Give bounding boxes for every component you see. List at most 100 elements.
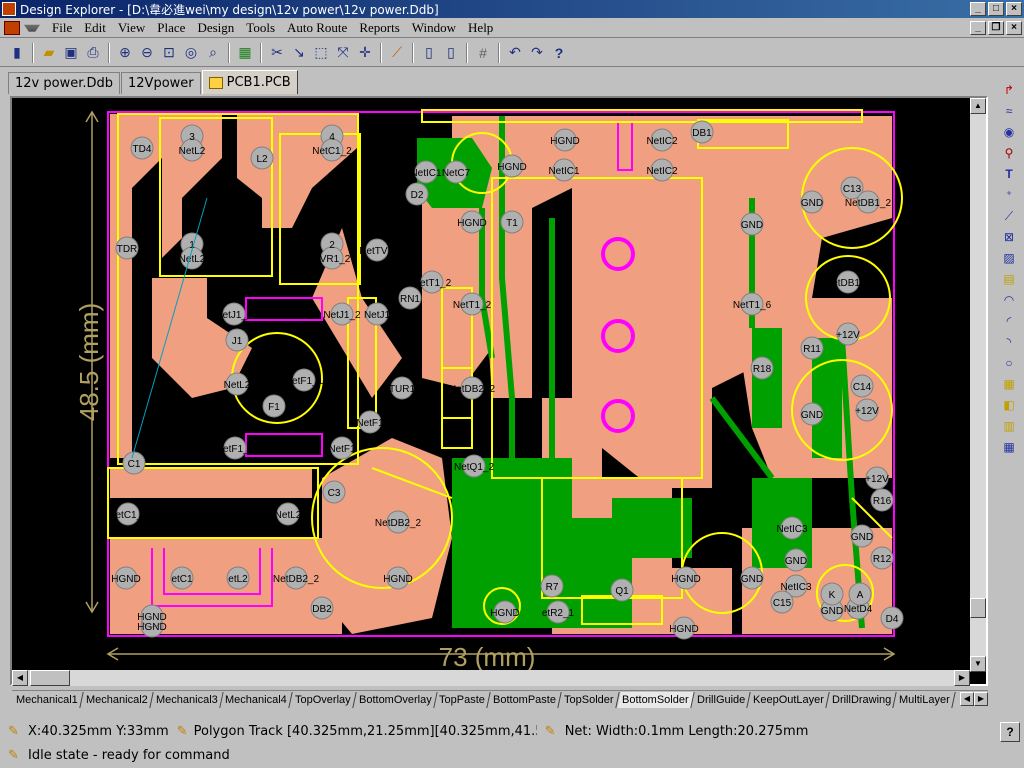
layer-next-button[interactable]: ▶ [974,692,988,706]
library-icon[interactable]: ▯ [418,42,440,64]
placement-toolbar: ↱ ≈ ◉ ⚲ T ⁺ ⟋ ⊠ ▨ ▤ ◠ ◜ ◝ ○ ▦ ◧ ▥ ▦ [996,80,1022,500]
scroll-down-button[interactable]: ▼ [970,656,986,672]
mdi-close-button[interactable]: × [1006,21,1022,35]
pcb-board-svg[interactable]: 48.5 (mm) 73 (mm) 3 NetL2 4 NetC1_2 L2 TD4 TDR… [12,98,986,684]
layer-tab-keepoutlayer[interactable]: KeepOutLayer [748,691,830,708]
board-label: NetC1_2 [108,510,148,521]
maximize-button[interactable]: □ [988,2,1004,16]
library-browse-icon[interactable]: ▯ [440,42,462,64]
zoom-fit-icon[interactable]: ◎ [180,42,202,64]
layer-tab-topoverlay[interactable]: TopOverlay [290,691,357,708]
minimize-button[interactable]: _ [970,2,986,16]
layer-tab-label: BottomPaste [493,693,557,706]
layer-tab-drilldrawing[interactable]: DrillDrawing [827,691,897,708]
tab-12vpower[interactable]: 12Vpower [121,72,201,94]
vertical-scroll-thumb[interactable] [970,598,986,618]
tab-ddb[interactable]: 12v power.Ddb [8,72,121,94]
layer-tab-label: BottomOverlay [358,693,432,706]
place-polygon-icon[interactable]: ▨ [999,248,1019,268]
route-icon[interactable]: ⟋ [386,42,408,64]
place-string-icon[interactable]: T [999,164,1019,184]
scroll-left-button[interactable]: ◀ [12,670,28,686]
toggle-panel-icon[interactable]: ▮ [6,42,28,64]
place-via-icon[interactable]: ⚲ [999,143,1019,163]
layer-tab-label: TopOverlay [295,693,351,706]
open-folder-icon[interactable]: ▰ [38,42,60,64]
tab-pcb1[interactable]: PCB1.PCB [201,70,298,94]
place-dimension-icon[interactable]: ⟋ [999,206,1019,226]
place-coordinate-icon[interactable]: ⁺ [999,185,1019,205]
redo-icon[interactable]: ↷ [526,42,548,64]
zoom-in-icon[interactable]: ⊕ [114,42,136,64]
place-arc-any-icon[interactable]: ◝ [999,332,1019,352]
board-label: C14 [853,382,872,393]
layer-tab-mechanical1[interactable]: Mechanical1 [12,691,84,708]
menu-bar: File Edit View Place Design Tools Auto R… [0,18,1024,38]
place-arc-edge-icon[interactable]: ◜ [999,311,1019,331]
place-pad-icon[interactable]: ◉ [999,122,1019,142]
layer-tab-toppaste[interactable]: TopPaste [434,691,492,708]
layer-tab-mechanical4[interactable]: Mechanical4 [220,691,293,708]
help-icon[interactable]: ? [548,42,570,64]
vertical-scrollbar[interactable]: ▲ ▼ [970,98,986,672]
place-split-plane-icon[interactable]: ▥ [999,416,1019,436]
mdi-restore-button[interactable]: ❐ [988,21,1004,35]
board-label: NetL2 [179,146,206,157]
board-label: C15 [773,598,792,609]
print-icon[interactable]: ⎙ [82,42,104,64]
save-icon[interactable]: ▣ [60,42,82,64]
menu-place[interactable]: Place [151,20,191,36]
scroll-up-button[interactable]: ▲ [970,98,986,114]
board-label: NetIC1 [410,168,442,179]
select-area-icon[interactable]: ⬚ [310,42,332,64]
dropdown-arrow-icon[interactable] [24,24,40,32]
zoom-out-icon[interactable]: ⊖ [136,42,158,64]
menu-help[interactable]: Help [462,20,499,36]
layer-tab-mechanical2[interactable]: Mechanical2 [81,691,154,708]
layer-tab-drillguide[interactable]: DrillGuide [691,691,751,708]
grid-icon[interactable]: # [472,42,494,64]
place-component-icon[interactable]: ▦ [999,374,1019,394]
select-icon[interactable]: ↘ [288,42,310,64]
layer-tab-bottompaste[interactable]: BottomPaste [488,691,563,708]
layer-prev-button[interactable]: ◀ [960,692,974,706]
title-bar[interactable]: Design Explorer - [D:\韋必進wei\my design\1… [0,0,1024,18]
place-room-icon[interactable]: ▤ [999,269,1019,289]
menu-tools[interactable]: Tools [240,20,281,36]
mdi-minimize-button[interactable]: _ [970,21,986,35]
menu-auto-route[interactable]: Auto Route [281,20,353,36]
menu-reports[interactable]: Reports [353,20,405,36]
layer-tab-multilayer[interactable]: MultiLayer [894,691,956,708]
layer-tab-topsolder[interactable]: TopSolder [559,691,620,708]
menu-view[interactable]: View [112,20,151,36]
place-keepout-icon[interactable]: ◧ [999,395,1019,415]
place-track-icon[interactable]: ↱ [999,80,1019,100]
menu-design[interactable]: Design [191,20,240,36]
menu-edit[interactable]: Edit [78,20,112,36]
scroll-right-button[interactable]: ▶ [954,670,970,686]
pcb-canvas[interactable]: 48.5 (mm) 73 (mm) 3 NetL2 4 NetC1_2 L2 TD4 TDR… [10,96,988,686]
place-circle-icon[interactable]: ○ [999,353,1019,373]
help-button[interactable]: ? [1000,722,1020,742]
place-arc-center-icon[interactable]: ◠ [999,290,1019,310]
layer-tab-bottomsolder[interactable]: BottomSolder [617,691,695,708]
cut-track-icon[interactable]: ✂ [266,42,288,64]
cross-probe-icon[interactable]: ▦ [234,42,256,64]
place-array-icon[interactable]: ▦ [999,437,1019,457]
layer-tab-bottomoverlay[interactable]: BottomOverlay [354,691,438,708]
undo-icon[interactable]: ↶ [504,42,526,64]
horizontal-scroll-thumb[interactable] [30,670,70,686]
browse-icon[interactable]: ⌕ [202,42,224,64]
move-icon[interactable]: ⤧ [332,42,354,64]
cross-icon[interactable]: ✛ [354,42,376,64]
menu-file[interactable]: File [46,20,78,36]
horizontal-scrollbar[interactable]: ◀ ▶ [12,670,970,686]
close-button[interactable]: × [1006,2,1022,16]
place-fill-icon[interactable]: ⊠ [999,227,1019,247]
document-icon[interactable] [4,20,20,35]
board-label: NetTVR [359,246,395,257]
layer-tab-mechanical3[interactable]: Mechanical3 [150,691,223,708]
menu-window[interactable]: Window [406,20,462,36]
zoom-area-icon[interactable]: ⊡ [158,42,180,64]
place-line-icon[interactable]: ≈ [999,101,1019,121]
